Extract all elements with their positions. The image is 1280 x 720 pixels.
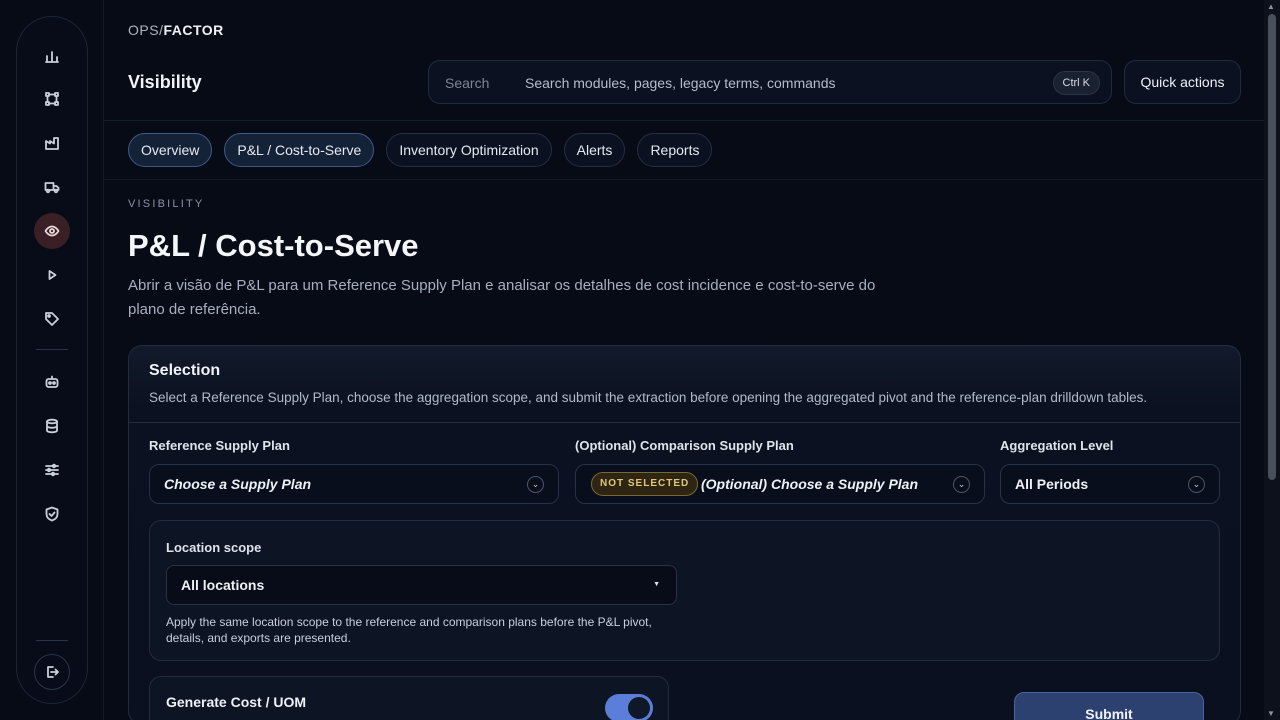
aggregation-level-value: All Periods: [1015, 476, 1089, 492]
chevron-down-icon: ⌄: [1188, 476, 1205, 493]
app-logo[interactable]: OPS/FACTOR: [128, 22, 224, 38]
selection-title: Selection: [149, 362, 221, 379]
location-scope-value: All locations: [181, 577, 265, 593]
robot-icon[interactable]: [34, 364, 70, 400]
scrollbar-thumb[interactable]: [1268, 14, 1276, 480]
selection-card: Selection Select a Reference Supply Plan…: [128, 345, 1241, 720]
header-divider: [104, 120, 1264, 121]
generate-cost-label: Generate Cost / UOM: [166, 694, 307, 710]
play-icon[interactable]: [34, 257, 70, 293]
logout-icon[interactable]: [34, 654, 70, 690]
section-title: Visibility: [128, 72, 202, 92]
aggregation-level-label: Aggregation Level: [1000, 438, 1114, 453]
submit-button[interactable]: Submit: [1014, 692, 1204, 720]
status-badge: NOT SELECTED: [591, 472, 699, 496]
search-input[interactable]: Search Search modules, pages, legacy ter…: [428, 60, 1112, 104]
generate-cost-panel: Generate Cost / UOM: [149, 676, 669, 720]
tabs-divider: [104, 179, 1264, 180]
comparison-plan-label: (Optional) Comparison Supply Plan: [575, 438, 794, 453]
comparison-plan-select[interactable]: NOT SELECTED (Optional) Choose a Supply …: [575, 464, 985, 504]
database-icon[interactable]: [34, 408, 70, 444]
sidebar-rail: [16, 16, 88, 704]
comparison-plan-value: (Optional) Choose a Supply Plan: [701, 476, 919, 492]
page-description: Abrir a visão de P&L para um Reference S…: [128, 277, 876, 318]
page-eyebrow: VISIBILITY: [128, 198, 205, 210]
reference-plan-value: Choose a Supply Plan: [164, 476, 312, 492]
tab-bar: Overview P&L / Cost-to-Serve Inventory O…: [128, 133, 713, 167]
sliders-icon[interactable]: [34, 452, 70, 488]
scroll-down-icon[interactable]: ▼: [1267, 709, 1275, 718]
tag-icon[interactable]: [34, 301, 70, 337]
tab-overview[interactable]: Overview: [128, 133, 213, 167]
chevron-down-icon: ⌄: [953, 476, 970, 493]
tab-pl-cost-to-serve[interactable]: P&L / Cost-to-Serve: [224, 133, 375, 167]
location-scope-label: Location scope: [166, 540, 262, 555]
sidebar-divider: [36, 349, 68, 350]
bar-chart-icon[interactable]: [34, 38, 70, 74]
sidebar-divider: [36, 640, 68, 641]
chevron-down-icon: ⌄: [527, 476, 544, 493]
caret-down-icon: ▼: [653, 581, 660, 588]
reference-plan-label: Reference Supply Plan: [149, 438, 290, 453]
tab-reports[interactable]: Reports: [637, 133, 713, 167]
truck-icon[interactable]: [34, 169, 70, 205]
selection-header: Selection Select a Reference Supply Plan…: [129, 346, 1240, 423]
selection-subtitle: Select a Reference Supply Plan, choose t…: [149, 390, 1148, 405]
search-label: Search: [445, 75, 490, 91]
reference-plan-select[interactable]: Choose a Supply Plan ⌄: [149, 464, 559, 504]
eye-icon[interactable]: [34, 213, 70, 249]
scroll-up-icon[interactable]: ▲: [1267, 2, 1275, 11]
tab-alerts[interactable]: Alerts: [563, 133, 626, 167]
aggregation-level-select[interactable]: All Periods ⌄: [1000, 464, 1220, 504]
location-scope-select[interactable]: All locations ▼: [166, 565, 677, 605]
location-scope-panel: Location scope All locations ▼ Apply the…: [149, 520, 1220, 661]
location-scope-help: Apply the same location scope to the ref…: [166, 615, 652, 645]
toggle-knob: [628, 697, 650, 719]
shortcut-badge: Ctrl K: [1052, 71, 1100, 95]
tab-inventory-optimization[interactable]: Inventory Optimization: [386, 133, 552, 167]
shield-check-icon[interactable]: [34, 496, 70, 532]
generate-cost-toggle[interactable]: [605, 694, 653, 720]
network-icon[interactable]: [34, 81, 70, 117]
search-placeholder: Search modules, pages, legacy terms, com…: [525, 75, 836, 91]
sidebar-divider-line: [103, 0, 104, 720]
factory-icon[interactable]: [34, 125, 70, 161]
page-title: P&L / Cost-to-Serve: [128, 228, 419, 263]
quick-actions-button[interactable]: Quick actions: [1124, 60, 1241, 104]
page-scrollbar[interactable]: ▲ ▼: [1264, 0, 1280, 720]
